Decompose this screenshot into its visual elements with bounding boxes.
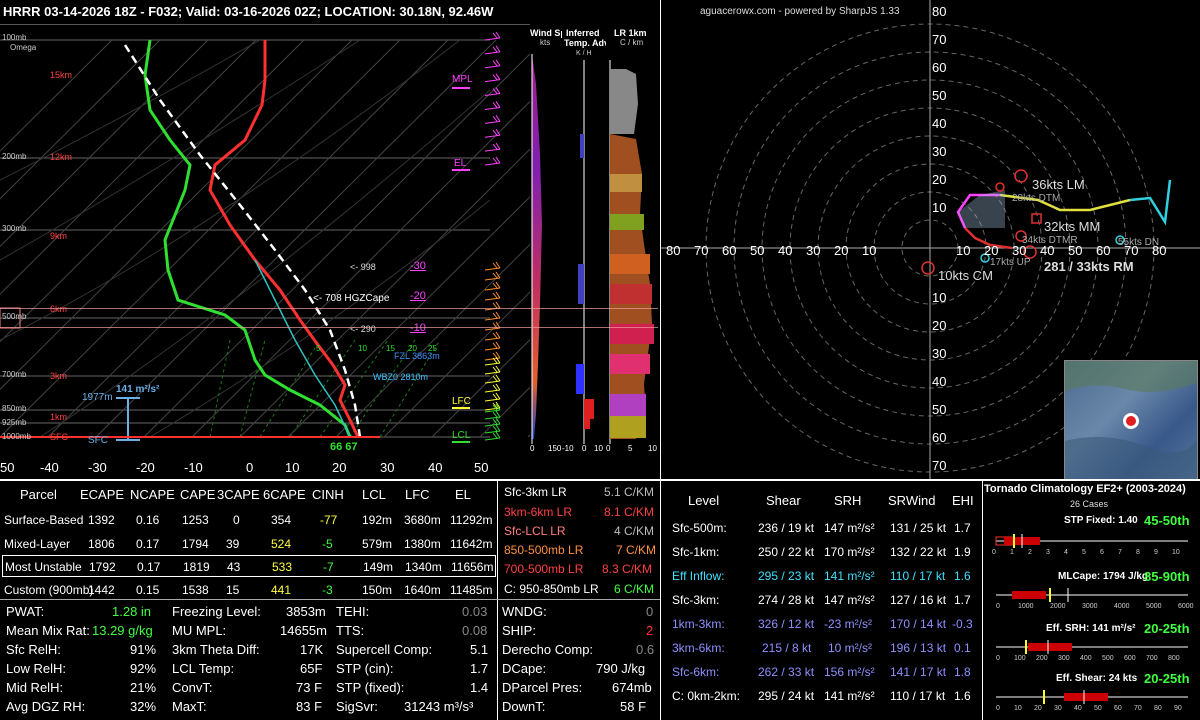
label-dn: 55kts DN — [1118, 237, 1160, 248]
omega-label: Omega — [10, 43, 37, 52]
temp-minus30: -30 — [410, 260, 426, 272]
annot-998: <- 998 — [350, 262, 376, 272]
wind-barb — [484, 392, 501, 402]
isotherm-line — [335, 243, 530, 438]
isotherm-line — [95, 39, 497, 438]
radar-map-inset — [1064, 360, 1198, 480]
wind-barb — [484, 261, 501, 271]
label-dtmr: 34kts DTMR — [1022, 235, 1078, 246]
wind-barb — [484, 115, 501, 124]
tornado-climatology: Tornado Climatology EF2+ (2003-2024) 26 … — [984, 481, 1200, 720]
climo-title: Tornado Climatology EF2+ (2003-2024) — [984, 483, 1186, 495]
wind-speed-panel: Wind Spd kts 0 150 — [530, 24, 571, 456]
shear-table: Level Shear SRH SRWind EHI Sfc-500m: 236… — [672, 493, 974, 703]
pressure-label: 850mb — [2, 404, 27, 413]
isotherm-line — [431, 339, 530, 438]
annot-708: <- 708 HGZCape — [313, 293, 390, 304]
parcel-row-most-unstable: Most Unstable 1792 0.17 1819 43 533 -7 1… — [2, 555, 496, 577]
temp-minus20: -20 — [410, 290, 426, 302]
pressure-label: 700mb — [2, 370, 27, 379]
label-dtm: 28kts DTM — [1012, 193, 1061, 204]
temp-axis: 50 -40 -30 -20 -10 0 10 20 30 40 50 — [0, 460, 489, 475]
temp-adv-panel: Inferred Temp. Adv. K / H -10 0 10 — [562, 24, 611, 456]
mix-label: 5 — [316, 344, 321, 353]
climo-cases: 26 Cases — [1070, 499, 1109, 509]
height-label: SFC — [50, 432, 68, 442]
wind-barb — [484, 341, 501, 351]
mix-label: 15 — [386, 344, 395, 353]
wind-barb — [484, 45, 501, 55]
annot-290: <- 290 — [350, 324, 376, 334]
mix-label: 10 — [358, 344, 367, 353]
lcl-label: LCL — [452, 430, 471, 441]
mix-label: 25 — [428, 344, 437, 353]
pressure-label: 100mb — [2, 33, 27, 42]
wind-barb — [484, 101, 501, 110]
wind-barb — [484, 31, 501, 41]
wind-barb — [484, 73, 501, 83]
wind-barb — [484, 321, 501, 331]
hodograph-panel: aguacerowx.com - powered by SharpJS 1.33 — [660, 0, 1200, 480]
height-label: 1km — [50, 412, 68, 422]
lapse-rate-table: Sfc-3km LR 5.1 C/KM 3km-6km LR 8.1 C/KM … — [504, 485, 657, 596]
height-label: 6km — [50, 304, 68, 314]
wind-barb — [484, 383, 501, 393]
wind-barb — [484, 331, 501, 341]
label-up: 17kts UP — [990, 257, 1031, 268]
srh-value: 141 m²/s² — [116, 384, 160, 395]
height-label: 15km — [50, 70, 73, 80]
height-label: 12km — [50, 152, 73, 162]
height-label: 9km — [50, 231, 68, 241]
temp-minus10: -10 — [410, 322, 426, 334]
wind-barb — [484, 59, 501, 69]
skewt-diagram — [0, 24, 530, 443]
isotherm-line — [143, 53, 530, 438]
srh-sfc: SFC — [88, 435, 108, 446]
wind-barb — [484, 311, 501, 321]
lapse-rate-panel: LR 1km C / km 0 5 10 — [606, 24, 658, 456]
pressure-label: 200mb — [2, 152, 27, 161]
surface-values: 66 67 — [330, 441, 358, 453]
mix-label: 20 — [408, 344, 417, 353]
mpl-label: MPL — [452, 74, 473, 85]
misc-indices-table: PWAT: 1.28 in Mean Mix Rat: 13.29 g/kg S… — [6, 604, 655, 714]
parcel-table: Parcel ECAPE NCAPE CAPE 3CAPE 6CAPE CINH… — [0, 481, 497, 599]
srh-top: 1977m — [82, 392, 113, 403]
wind-barb — [484, 291, 501, 301]
height-label: 3km — [50, 371, 68, 381]
wind-barb — [484, 365, 501, 375]
wbz-label: WBZ0 2810m — [373, 372, 429, 382]
pressure-label: 925mb — [2, 418, 27, 427]
climo-bar-stp — [995, 534, 1188, 548]
pressure-label: 500mb — [2, 312, 27, 321]
label-rm: 281 / 33kts RM — [1044, 259, 1134, 274]
skewt-panel: HRRR 03-14-2026 18Z - F032; Valid: 03-16… — [0, 0, 530, 480]
wind-barb — [484, 281, 501, 291]
el-label: EL — [454, 158, 467, 169]
lfc-label: LFC — [452, 396, 471, 407]
label-cm: 10kts CM — [938, 268, 993, 283]
label-lm: 36kts LM — [1032, 177, 1085, 192]
label-mm: 32kts MM — [1044, 219, 1101, 234]
pressure-label: 300mb — [2, 224, 27, 233]
pressure-label: 1000mb — [2, 432, 31, 441]
